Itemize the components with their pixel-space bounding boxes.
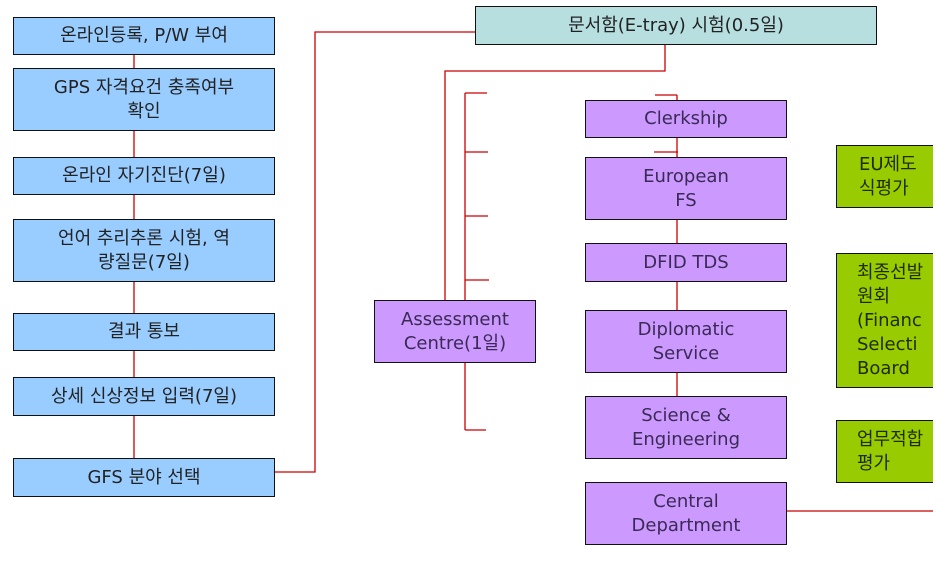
step-online-self-diagnosis[interactable]: 온라인 자기진단(7일) bbox=[13, 157, 275, 195]
gfs-to-etray-connector bbox=[274, 31, 475, 473]
assessment-centre-box[interactable]: Assessment Centre(1일) bbox=[374, 300, 536, 363]
assessment-label: Assessment Centre(1일) bbox=[401, 308, 509, 354]
step-personal-details[interactable]: 상세 신상정보 입력(7일) bbox=[13, 377, 275, 416]
stream-science-engineering[interactable]: Science & Engineering bbox=[585, 396, 787, 459]
stream-label: European FS bbox=[643, 165, 729, 211]
viewport-edge bbox=[933, 0, 947, 573]
stream-label: Central Department bbox=[631, 490, 741, 536]
final-label: 업무적합 평가 bbox=[857, 428, 924, 474]
step-label: 언어 추리추론 시험, 역 량질문(7일) bbox=[58, 227, 230, 273]
etray-label: 문서함(E-tray) 시험(0.5일) bbox=[568, 14, 784, 36]
stream-label: Clerkship bbox=[644, 108, 728, 129]
stream-central-department[interactable]: Central Department bbox=[585, 482, 787, 545]
etray-test-box[interactable]: 문서함(E-tray) 시험(0.5일) bbox=[475, 6, 877, 45]
step-label: 상세 신상정보 입력(7일) bbox=[51, 385, 237, 407]
step-label: 온라인등록, P/W 부여 bbox=[60, 25, 228, 46]
step-label: GFS 분야 선택 bbox=[87, 466, 201, 488]
stream-european-fs[interactable]: European FS bbox=[585, 157, 787, 220]
final-label: 최종선발 원회 (Financ Selecti Board bbox=[857, 261, 924, 379]
stream-label: DFID TDS bbox=[643, 251, 729, 273]
stream-dfid-tds[interactable]: DFID TDS bbox=[585, 243, 787, 282]
final-selection-board[interactable]: 최종선발 원회 (Financ Selecti Board bbox=[836, 253, 947, 388]
step-gps-eligibility[interactable]: GPS 자격요건 충족여부 확인 bbox=[13, 68, 275, 131]
step-gfs-field-selection[interactable]: GFS 분야 선택 bbox=[13, 458, 275, 497]
stream-label: Science & Engineering bbox=[632, 404, 740, 450]
final-label: EU제도 식평가 bbox=[859, 153, 917, 199]
step-label: 온라인 자기진단(7일) bbox=[62, 165, 226, 186]
step-label: GPS 자격요건 충족여부 확인 bbox=[53, 76, 235, 122]
final-job-suitability-eval[interactable]: 업무적합 평가 bbox=[836, 420, 947, 483]
stream-clerkship[interactable]: Clerkship bbox=[585, 100, 787, 138]
step-result-notice[interactable]: 결과 통보 bbox=[13, 313, 275, 351]
stream-label: Diplomatic Service bbox=[637, 318, 735, 364]
final-eu-knowledge-eval[interactable]: EU제도 식평가 bbox=[836, 145, 947, 208]
step-label: 결과 통보 bbox=[108, 321, 180, 342]
step-online-registration[interactable]: 온라인등록, P/W 부여 bbox=[13, 17, 275, 55]
stream-diplomatic-service[interactable]: Diplomatic Service bbox=[585, 310, 787, 373]
step-language-reasoning-test[interactable]: 언어 추리추론 시험, 역 량질문(7일) bbox=[13, 219, 275, 282]
